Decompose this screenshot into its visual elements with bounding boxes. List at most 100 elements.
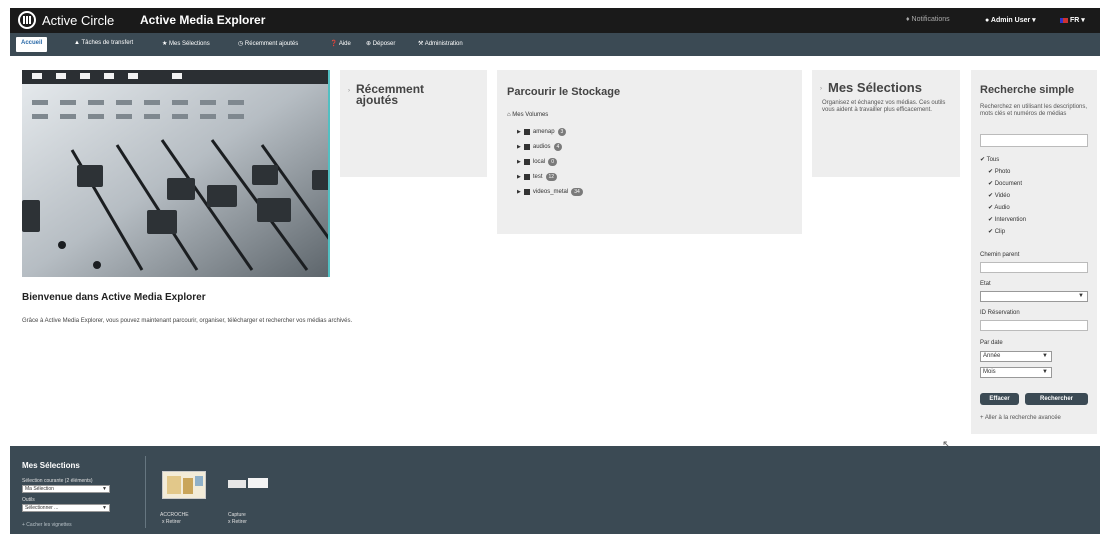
- volume-name: local: [532, 159, 546, 165]
- tree-root-label: Mes Volumes: [512, 112, 549, 118]
- current-selection-select[interactable]: Ma Sélection ▼: [22, 485, 110, 493]
- tree-root[interactable]: ⌂ Mes Volumes: [507, 112, 548, 118]
- flag-icon: [1060, 17, 1068, 23]
- hide-thumbnails-link[interactable]: + Cacher les vignettes: [22, 522, 72, 528]
- selection-thumbnail[interactable]: [228, 478, 268, 490]
- caret-right-icon: ▶: [517, 144, 521, 150]
- advanced-search-link[interactable]: + Aller à la recherche avancée: [980, 415, 1061, 421]
- current-selection-value: Ma Sélection: [25, 486, 54, 492]
- tab-label: Tâches de transfert: [81, 40, 134, 46]
- type-audio-checkbox[interactable]: ✔ Audio: [988, 204, 1010, 211]
- tools-select[interactable]: Sélectionner ... ▼: [22, 504, 110, 512]
- tab-accueil[interactable]: Accueil: [16, 37, 48, 52]
- chevron-right-icon: ›: [348, 88, 350, 94]
- month-value: Mois: [983, 369, 996, 375]
- tree-item-volume[interactable]: ▶ amenap 3: [517, 128, 567, 136]
- type-photo-checkbox[interactable]: ✔ Photo: [988, 168, 1010, 175]
- wrench-icon: ⚒: [418, 41, 425, 47]
- search-help: Recherchez en utilisant les descriptions…: [980, 104, 1088, 117]
- search-title: Recherche simple: [980, 84, 1075, 96]
- type-document-checkbox[interactable]: ✔ Document: [988, 180, 1022, 187]
- storage-title: Parcourir le Stockage: [507, 86, 621, 98]
- caret-down-icon: ▼: [1042, 353, 1048, 359]
- caret-right-icon: ▶: [517, 174, 521, 180]
- drive-icon: [523, 144, 530, 150]
- type-clip-checkbox[interactable]: ✔ Clip: [988, 228, 1005, 235]
- tools-value: Sélectionner ...: [25, 505, 59, 511]
- tab-label: Administration: [424, 41, 463, 47]
- my-selections-heading[interactable]: › Mes Sélections: [820, 80, 922, 95]
- check-icon: ✔: [988, 217, 995, 223]
- checkbox-label: Audio: [994, 205, 1010, 211]
- volume-name: audios: [532, 144, 551, 150]
- year-select[interactable]: Année ▼: [980, 351, 1052, 362]
- my-selections-title: Mes Sélections: [828, 80, 922, 95]
- language-label: FR ▾: [1069, 17, 1085, 24]
- capture-thumbnail-image: [228, 478, 268, 488]
- logo-icon: [18, 11, 36, 29]
- tab-label: Aide: [338, 41, 351, 47]
- document-thumbnail-image: [163, 472, 205, 498]
- storage-panel: Parcourir le Stockage ⌂ Mes Volumes ▶ ame…: [497, 70, 802, 234]
- checkbox-label: Photo: [994, 169, 1011, 175]
- check-icon: ✔: [988, 193, 995, 199]
- check-icon: ✔: [980, 157, 987, 163]
- check-icon: ✔: [988, 229, 995, 235]
- selection-thumbnail[interactable]: [162, 471, 206, 499]
- tab-recently-added[interactable]: ◷ Récemment ajoutés: [238, 40, 298, 47]
- tab-transfer-tasks[interactable]: ▲ Tâches de transfert: [74, 40, 133, 46]
- tree-item-volume[interactable]: ▶ videos_metal 34: [517, 188, 583, 196]
- selection-item-name: ACCROCHE: [160, 512, 189, 518]
- mixing-console-image: [22, 70, 328, 277]
- user-name: Admin User ▾: [990, 17, 1036, 24]
- remove-item-link[interactable]: x Retirer: [228, 519, 247, 525]
- recently-added-heading[interactable]: › Récemment ajoutés: [348, 83, 424, 106]
- checkbox-label: Document: [994, 181, 1023, 187]
- tab-help[interactable]: ❓ Aide: [330, 40, 351, 47]
- volume-name: amenap: [532, 129, 555, 135]
- date-label: Par date: [980, 340, 1003, 346]
- tree-item-volume[interactable]: ▶ audios 4: [517, 143, 563, 151]
- recently-added-panel: › Récemment ajoutés: [340, 70, 487, 177]
- caret-down-icon: ▼: [102, 505, 107, 511]
- tree-item-volume[interactable]: ▶ test 12: [517, 173, 558, 181]
- welcome-text: Grâce à Active Media Explorer, vous pouv…: [22, 318, 353, 324]
- language-menu[interactable]: FR ▾: [1060, 16, 1085, 24]
- reservation-label: ID Réservation: [980, 310, 1020, 316]
- type-video-checkbox[interactable]: ✔ Vidéo: [988, 192, 1010, 199]
- upload-icon: ⊕: [366, 41, 373, 47]
- parent-path-input[interactable]: [980, 262, 1088, 273]
- type-intervention-checkbox[interactable]: ✔ Intervention: [988, 216, 1026, 223]
- search-button[interactable]: Rechercher: [1025, 393, 1088, 405]
- search-input[interactable]: [980, 134, 1088, 147]
- volume-count-badge: 34: [571, 188, 583, 196]
- notifications-link[interactable]: ♦ Notifications: [906, 16, 950, 23]
- year-value: Année: [983, 353, 1001, 359]
- top-bar: Active Circle Active Media Explorer ♦ No…: [10, 8, 1100, 33]
- footer-title: Mes Sélections: [22, 461, 80, 470]
- reservation-input[interactable]: [980, 320, 1088, 331]
- tab-upload[interactable]: ⊕ Déposer: [366, 40, 395, 47]
- month-select[interactable]: Mois ▼: [980, 367, 1052, 378]
- caret-down-icon: ▼: [102, 486, 107, 492]
- tab-my-selections[interactable]: ★ Mes Sélections: [162, 40, 210, 47]
- checkbox-label: Clip: [994, 229, 1006, 235]
- app-window: Active Circle Active Media Explorer ♦ No…: [10, 8, 1100, 534]
- tab-administration[interactable]: ⚒ Administration: [418, 40, 463, 47]
- state-label: Etat: [980, 281, 991, 287]
- logo[interactable]: Active Circle: [18, 11, 114, 29]
- user-menu[interactable]: ● Admin User ▾: [985, 16, 1036, 24]
- state-select[interactable]: ▼: [980, 291, 1088, 302]
- drive-icon: [523, 159, 530, 165]
- clear-button[interactable]: Effacer: [980, 393, 1019, 405]
- chevron-right-icon: ›: [820, 86, 822, 92]
- footer-divider: [145, 456, 146, 528]
- check-icon: ✔: [988, 169, 995, 175]
- volume-count-badge: 12: [545, 173, 558, 181]
- tree-item-volume[interactable]: ▶ local 0: [517, 158, 557, 166]
- remove-item-link[interactable]: x Retirer: [162, 519, 181, 525]
- caret-down-icon: ▼: [1078, 293, 1084, 299]
- type-all-checkbox[interactable]: ✔ Tous: [980, 156, 999, 163]
- hero-image: [22, 70, 330, 277]
- volume-count-badge: 4: [553, 143, 563, 151]
